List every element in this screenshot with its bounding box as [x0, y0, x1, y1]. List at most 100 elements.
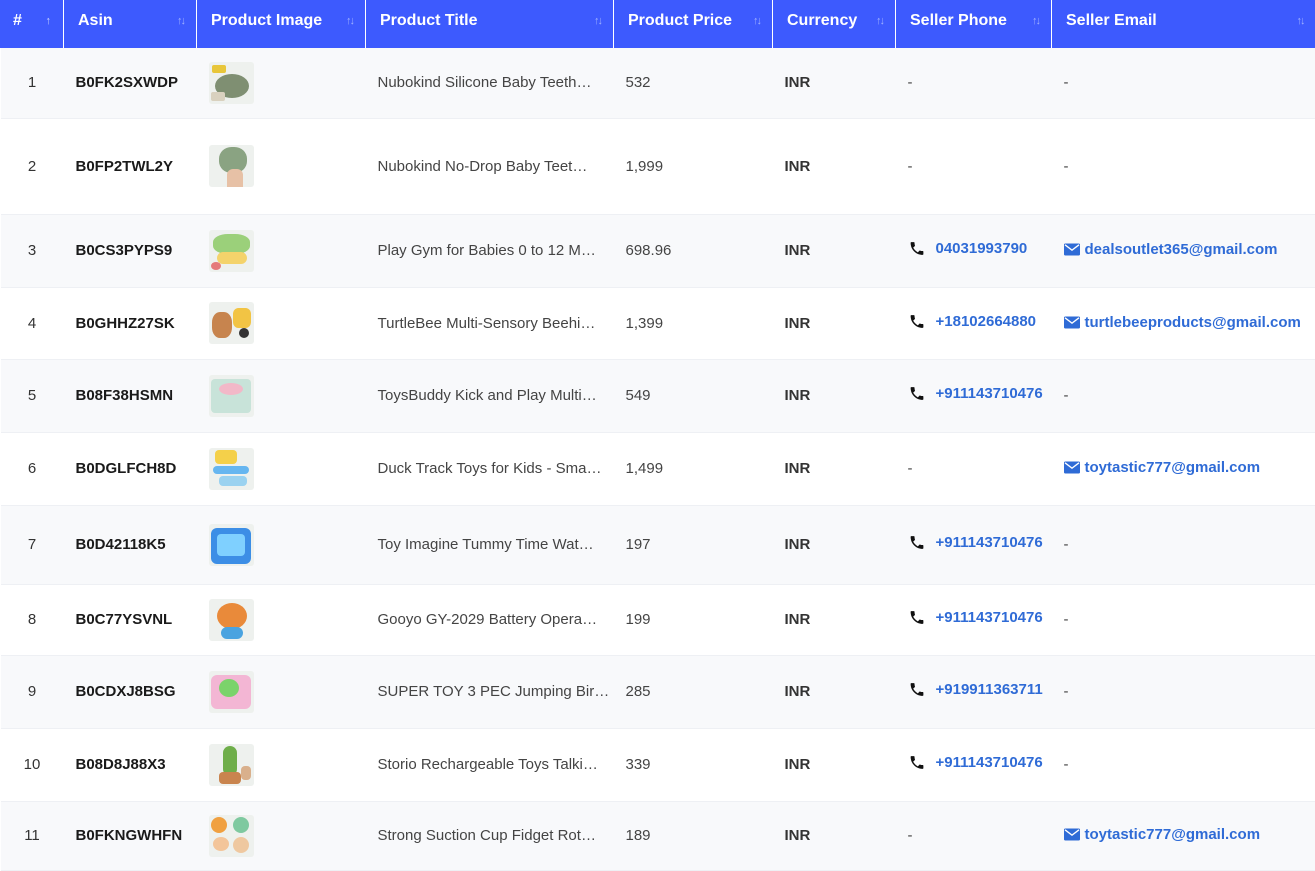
cell-product-title: Toy Imagine Tummy Time Wat…: [365, 505, 614, 585]
cell-seller-email: -: [1051, 118, 1315, 215]
cell-currency: INR: [772, 801, 896, 871]
seller-email-link[interactable]: dealsoutlet365@gmail.com: [1063, 241, 1278, 258]
cell-currency: INR: [772, 214, 896, 288]
cell-asin: B0DGLFCH8D: [63, 432, 197, 506]
product-thumbnail[interactable]: [208, 229, 254, 272]
sort-arrows-icon[interactable]: ↑↓: [1297, 15, 1306, 27]
envelope-icon: [1063, 316, 1080, 328]
table-row[interactable]: 5 B08F38HSMN ToysBuddy Kick and Play Multi…: [0, 359, 1315, 433]
cell-asin: B0GHHZ27SK: [63, 287, 197, 360]
product-thumbnail[interactable]: [208, 145, 254, 187]
seller-email-link[interactable]: toytastic777@gmail.com: [1063, 459, 1260, 476]
product-thumbnail[interactable]: [208, 598, 254, 641]
column-header-currency[interactable]: Currency ↑↓: [772, 0, 896, 48]
product-thumbnail[interactable]: [208, 670, 254, 713]
cell-product-price: 549: [613, 359, 773, 433]
sort-arrows-icon[interactable]: ↑↓: [876, 15, 885, 27]
cell-index: 9: [0, 655, 64, 729]
cell-seller-email: -: [1051, 505, 1315, 585]
cell-product-title: Storio Rechargeable Toys Talki…: [365, 728, 614, 802]
column-header-product-title[interactable]: Product Title ↑↓: [365, 0, 614, 48]
cell-asin: B0FKNGWHFN: [63, 801, 197, 871]
sort-arrows-icon[interactable]: ↑↓: [594, 15, 603, 27]
cell-product-title: Strong Suction Cup Fidget Rot…: [365, 801, 614, 871]
seller-phone-link[interactable]: 04031993790: [908, 240, 1028, 257]
column-header-asin[interactable]: Asin ↑↓: [63, 0, 197, 48]
column-header-label: Seller Email: [1066, 12, 1157, 29]
cell-seller-phone: +911143710476: [895, 505, 1052, 585]
cell-product-image: [196, 287, 366, 360]
cell-product-price: 199: [613, 584, 773, 656]
column-header-product-price[interactable]: Product Price ↑↓: [613, 0, 773, 48]
cell-product-price: 197: [613, 505, 773, 585]
cell-product-image: [196, 118, 366, 215]
product-table-view: # ↑ Asin ↑↓ Product Image ↑↓ Product Title ↑…: [0, 0, 1315, 871]
column-header-seller-email[interactable]: Seller Email ↑↓: [1051, 0, 1315, 48]
product-thumbnail[interactable]: [208, 447, 254, 490]
seller-phone-text: 04031993790: [935, 240, 1028, 257]
thumbnail-shape: [210, 91, 225, 101]
thumbnail-shape: [211, 312, 232, 338]
seller-phone-text: +911143710476: [935, 534, 1043, 551]
seller-email-link[interactable]: toytastic777@gmail.com: [1063, 826, 1261, 843]
table-row[interactable]: 3 B0CS3PYPS9 Play Gym for Babies 0 to 12 M…: [0, 214, 1315, 288]
cell-product-title: Gooyo GY-2029 Battery Opera…: [365, 584, 614, 656]
column-header-index[interactable]: # ↑: [0, 0, 64, 48]
product-thumbnail[interactable]: [208, 523, 254, 566]
table-row[interactable]: 1 B0FK2SXWDP Nubokind Silicone Baby Teeth……: [0, 48, 1315, 119]
seller-phone-link[interactable]: +911143710476: [908, 534, 1043, 551]
cell-seller-phone: -: [895, 118, 1052, 215]
seller-phone-text: +18102664880: [935, 312, 1037, 330]
sort-arrows-icon[interactable]: ↑↓: [177, 15, 186, 27]
cell-product-title: Play Gym for Babies 0 to 12 M…: [365, 214, 614, 288]
product-thumbnail[interactable]: [208, 743, 254, 786]
phone-icon: [910, 611, 923, 624]
cell-seller-email: -: [1051, 48, 1315, 119]
cell-seller-phone: +911143710476: [895, 728, 1052, 802]
seller-phone-link[interactable]: +911143710476: [908, 754, 1043, 771]
product-thumbnail[interactable]: [208, 61, 254, 104]
cell-seller-phone: -: [895, 801, 1052, 871]
product-thumbnail[interactable]: [208, 374, 254, 417]
thumbnail-shape: [214, 449, 237, 464]
thumbnail-shape: [240, 765, 251, 780]
sort-arrows-icon[interactable]: ↑↓: [346, 15, 355, 27]
cell-asin: B0CDXJ8BSG: [63, 655, 197, 729]
cell-product-title: Duck Track Toys for Kids - Sma…: [365, 432, 614, 506]
table-row[interactable]: 11 B0FKNGWHFN Strong Suction Cup Fidget Ro…: [0, 801, 1315, 871]
table-row[interactable]: 9 B0CDXJ8BSG SUPER TOY 3 PEC Jumping Bir… 2…: [0, 655, 1315, 729]
cell-product-title: Nubokind Silicone Baby Teeth…: [365, 48, 614, 119]
thumbnail-shape: [212, 836, 229, 851]
seller-phone-link[interactable]: +18102664880: [908, 312, 1037, 330]
cell-index: 6: [0, 432, 64, 506]
thumbnail-shape: [232, 836, 249, 853]
cell-product-image: [196, 584, 366, 656]
sort-arrows-icon[interactable]: ↑↓: [1032, 15, 1041, 27]
sort-up-icon[interactable]: ↑: [46, 15, 52, 27]
cell-index: 4: [0, 287, 64, 360]
sort-arrows-icon[interactable]: ↑↓: [753, 15, 762, 27]
cell-seller-email: -: [1051, 359, 1315, 433]
seller-email-link[interactable]: turtlebeeproducts@gmail.com: [1063, 314, 1301, 331]
product-thumbnail[interactable]: [208, 814, 254, 857]
cell-asin: B08F38HSMN: [63, 359, 197, 433]
cell-seller-email: -: [1051, 655, 1315, 729]
table-row[interactable]: 2 B0FP2TWL2Y Nubokind No-Drop Baby Teet… 1,…: [0, 118, 1315, 215]
table-row[interactable]: 7 B0D42118K5 Toy Imagine Tummy Time Wat… 19…: [0, 505, 1315, 585]
table-row[interactable]: 6 B0DGLFCH8D Duck Track Toys for Kids - Sm…: [0, 432, 1315, 506]
table-row[interactable]: 10 B08D8J88X3 Storio Rechargeable Toys Tal…: [0, 728, 1315, 802]
product-thumbnail[interactable]: [208, 302, 254, 344]
seller-phone-link[interactable]: +919911363711: [908, 681, 1043, 698]
table-row[interactable]: 8 B0C77YSVNL Gooyo GY-2029 Battery Opera… 1…: [0, 584, 1315, 656]
seller-email-text: toytastic777@gmail.com: [1084, 826, 1261, 843]
table-row[interactable]: 4 B0GHHZ27SK TurtleBee Multi-Sensory Beehi…: [0, 287, 1315, 360]
column-header-label: Currency: [787, 12, 858, 29]
seller-phone-link[interactable]: +911143710476: [908, 385, 1043, 402]
table-header-row: # ↑ Asin ↑↓ Product Image ↑↓ Product Title ↑…: [0, 0, 1315, 48]
cell-product-image: [196, 801, 366, 871]
column-header-product-image[interactable]: Product Image ↑↓: [196, 0, 366, 48]
column-header-seller-phone[interactable]: Seller Phone ↑↓: [895, 0, 1052, 48]
thumbnail-shape: [232, 308, 251, 328]
seller-phone-text: +911143710476: [935, 609, 1043, 626]
seller-phone-link[interactable]: +911143710476: [908, 609, 1043, 626]
